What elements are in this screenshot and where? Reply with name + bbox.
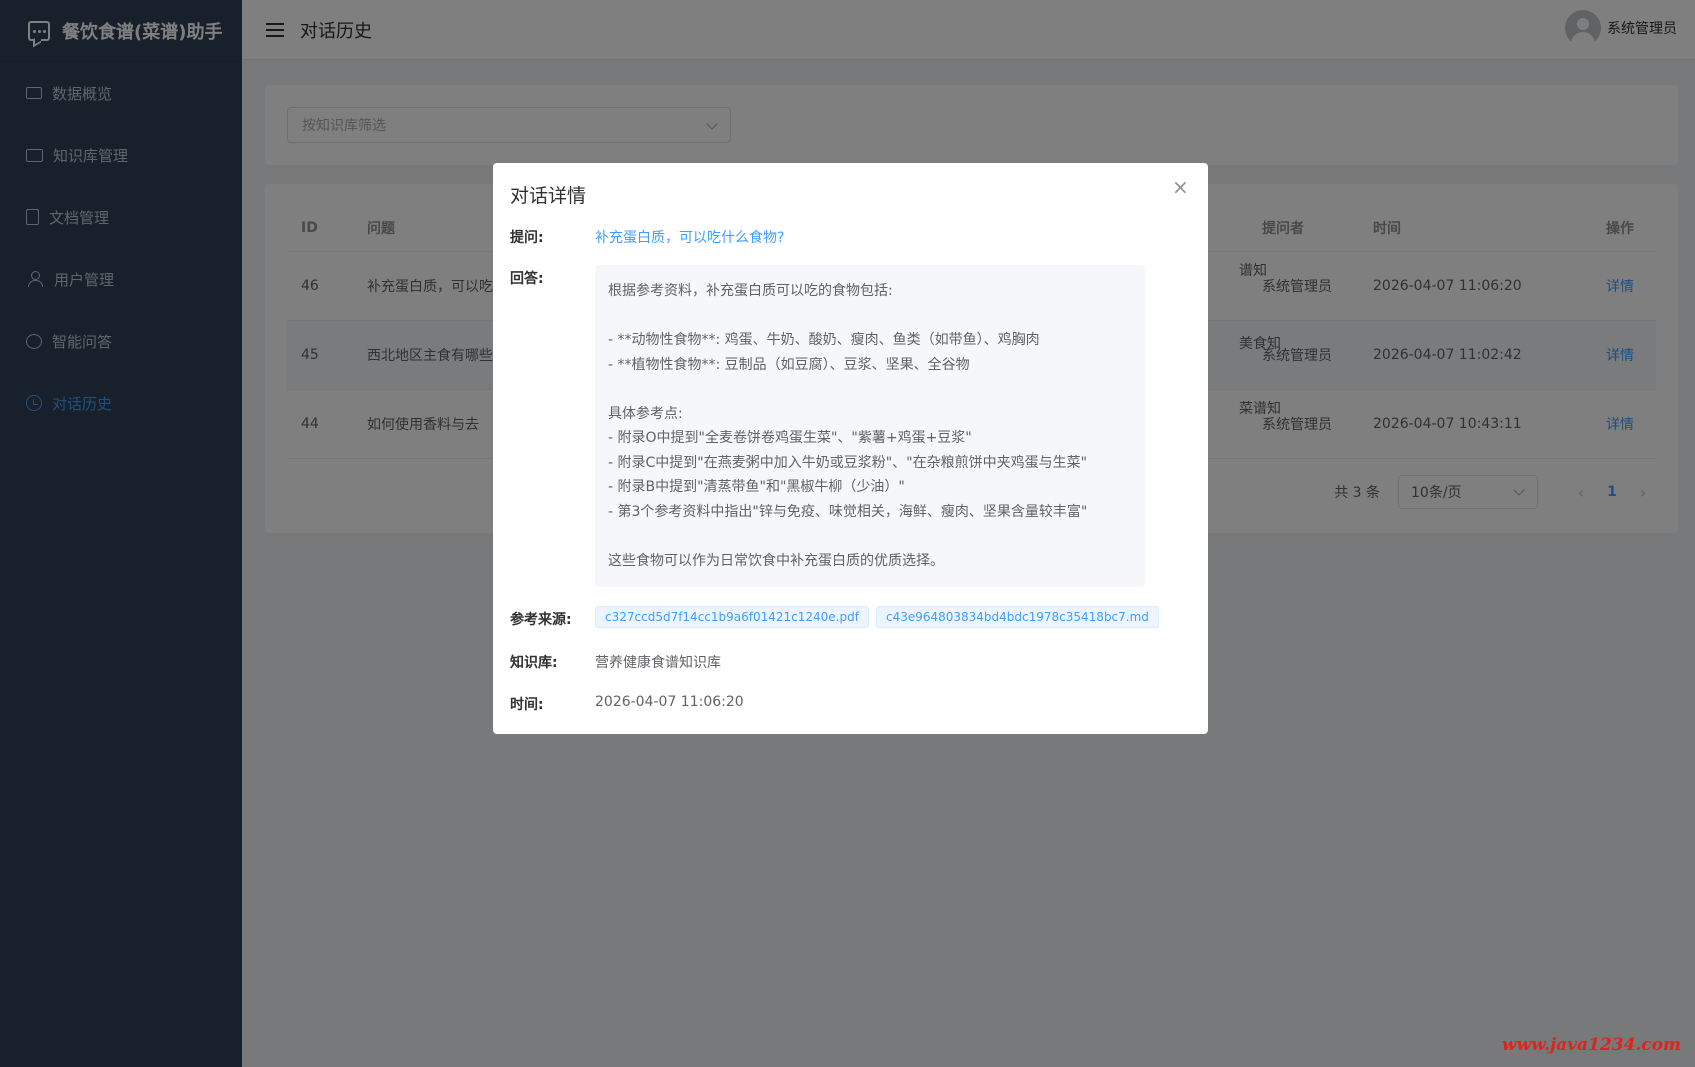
time-label: 时间: xyxy=(510,697,544,713)
source-tag[interactable]: c327ccd5d7f14cc1b9a6f01421c1240e.pdf xyxy=(595,606,869,628)
question-label: 提问: xyxy=(510,230,544,246)
sources-label: 参考来源: xyxy=(510,612,572,628)
answer-line: 这些食物可以作为日常饮食中补充蛋白质的优质选择。 xyxy=(608,552,944,569)
answer-label: 回答: xyxy=(510,271,544,287)
source-tag[interactable]: c43e964803834bd4bdc1978c35418bc7.md xyxy=(875,606,1159,628)
answer-line: - 附录B中提到"清蒸带鱼"和"黑椒牛柳（少油）" xyxy=(608,479,905,495)
watermark: www.java1234.com xyxy=(1501,1035,1681,1055)
time-value: 2026-04-07 11:06:20 xyxy=(595,694,744,710)
answer-line: - 附录C中提到"在燕麦粥中加入牛奶或豆浆粉"、"在杂粮煎饼中夹鸡蛋与生菜" xyxy=(608,454,1088,471)
answer-line: - **动物性食物**: 鸡蛋、牛奶、酸奶、瘦肉、鱼类（如带鱼）、鸡胸肉 xyxy=(608,332,1040,348)
answer-line xyxy=(608,524,1132,549)
answer-line: - **植物性食物**: 豆制品（如豆腐）、豆浆、坚果、全谷物 xyxy=(608,356,970,373)
answer-line: - 第3个参考资料中指出"锌与免疫、味觉相关，海鲜、瘦肉、坚果含量较丰富" xyxy=(608,503,1088,520)
answer-line: - 附录O中提到"全麦卷饼卷鸡蛋生菜"、"紫薯+鸡蛋+豆浆" xyxy=(608,430,972,446)
kb-value: 营养健康食谱知识库 xyxy=(595,655,721,671)
dialog-title: 对话详情 xyxy=(510,185,587,207)
close-icon[interactable]: × xyxy=(1172,177,1189,197)
answer-line: 具体参考点: xyxy=(608,405,683,422)
answer-line xyxy=(608,377,1132,402)
question-text: 补充蛋白质，可以吃什么食物? xyxy=(595,230,785,246)
answer-box: 根据参考资料，补充蛋白质可以吃的食物包括: - **动物性食物**: 鸡蛋、牛奶… xyxy=(595,265,1145,587)
source-tags: c327ccd5d7f14cc1b9a6f01421c1240e.pdf c43… xyxy=(595,606,1166,628)
answer-line xyxy=(608,304,1132,329)
conversation-detail-dialog: 对话详情 × 提问: 补充蛋白质，可以吃什么食物? 回答: 根据参考资料，补充蛋… xyxy=(493,163,1208,734)
answer-line: 根据参考资料，补充蛋白质可以吃的食物包括: xyxy=(608,283,893,299)
kb-label: 知识库: xyxy=(510,655,558,671)
